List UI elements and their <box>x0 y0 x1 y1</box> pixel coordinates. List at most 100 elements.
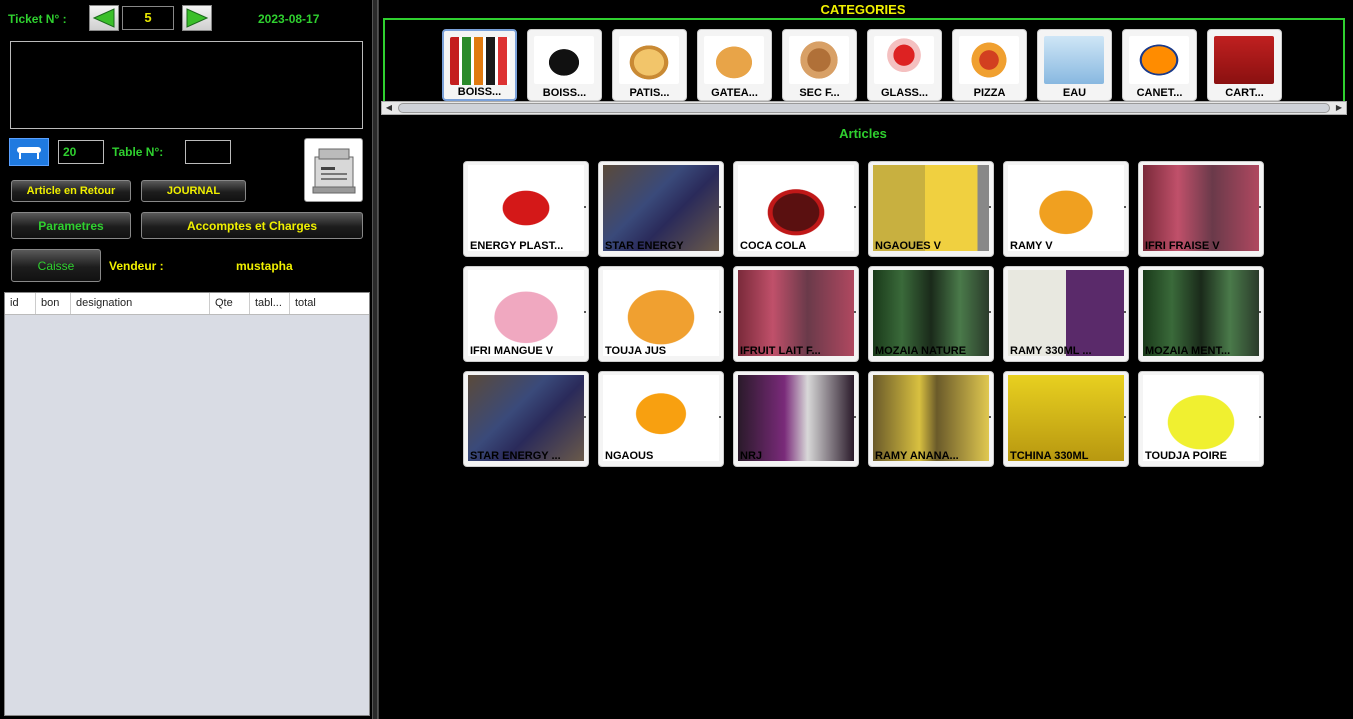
category-label: EAU <box>1062 87 1087 99</box>
table-number-field[interactable] <box>185 140 231 164</box>
column-header-table[interactable]: tabl... <box>250 293 290 314</box>
article-tile[interactable]: NGAOUS <box>598 371 724 467</box>
article-image <box>1143 165 1259 251</box>
article-label: ENERGY PLAST... <box>470 240 564 252</box>
article-tile[interactable]: MOZAIA MENT... <box>1138 266 1264 362</box>
tile-dot <box>1124 311 1126 313</box>
article-image <box>603 165 719 251</box>
category-tile[interactable]: GLASS... <box>867 29 942 101</box>
article-tile[interactable]: IFRI MANGUE V <box>463 266 589 362</box>
ticket-number-field[interactable]: 5 <box>122 6 174 30</box>
category-label: PIZZA <box>973 87 1006 99</box>
article-tile[interactable]: RAMY ANANA... <box>868 371 994 467</box>
article-label: TCHINA 330ML <box>1010 450 1089 462</box>
article-tile[interactable]: RAMY V <box>1003 161 1129 257</box>
article-image <box>468 270 584 356</box>
article-tile[interactable]: STAR ENERGY ... <box>463 371 589 467</box>
ticket-table-header: id bon designation Qte tabl... total <box>5 293 369 315</box>
category-label: GATEA... <box>711 87 758 99</box>
category-image <box>704 36 764 84</box>
article-image <box>1143 270 1259 356</box>
article-label: TOUDJA POIRE <box>1145 450 1227 462</box>
article-label: COCA COLA <box>740 240 807 252</box>
article-tile[interactable]: TOUJA JUS <box>598 266 724 362</box>
column-header-qte[interactable]: Qte <box>210 293 250 314</box>
category-tile[interactable]: CART... <box>1207 29 1282 101</box>
category-label: SEC F... <box>799 87 840 99</box>
prev-ticket-button[interactable] <box>89 5 119 31</box>
column-header-id[interactable]: id <box>5 293 36 314</box>
tile-dot <box>854 206 856 208</box>
tile-dot <box>1259 206 1261 208</box>
scrollbar-thumb[interactable] <box>398 103 1330 113</box>
category-tile[interactable]: EAU <box>1037 29 1112 101</box>
article-tile[interactable]: NRJ <box>733 371 859 467</box>
article-label: NGAOUS <box>605 450 654 462</box>
article-label: MOZAIA MENT... <box>1145 345 1231 357</box>
article-image <box>738 375 854 461</box>
tile-dot <box>719 311 721 313</box>
scroll-left-icon[interactable]: ◀ <box>383 103 395 113</box>
category-label: BOISS... <box>457 86 502 98</box>
article-tile[interactable]: IFRUIT LAIT F... <box>733 266 859 362</box>
article-tile[interactable]: NGAOUES V <box>868 161 994 257</box>
couverts-field[interactable]: 20 <box>58 140 104 164</box>
accomptes-charges-button[interactable]: Accomptes et Charges <box>141 212 363 239</box>
category-tile[interactable]: PIZZA <box>952 29 1027 101</box>
table-select-button[interactable] <box>9 138 49 166</box>
article-tile[interactable]: IFRI FRAISE V <box>1138 161 1264 257</box>
journal-button[interactable]: JOURNAL <box>141 180 246 202</box>
category-label: CANET... <box>1136 87 1183 99</box>
category-tile[interactable]: BOISS... <box>442 29 517 101</box>
article-label: RAMY 330ML ... <box>1010 345 1092 357</box>
tile-dot <box>1124 206 1126 208</box>
article-image <box>873 375 989 461</box>
article-image <box>603 270 719 356</box>
scroll-right-icon[interactable]: ▶ <box>1333 103 1345 113</box>
article-image <box>738 165 854 251</box>
categories-scrollbar[interactable]: ◀ ▶ <box>381 101 1347 115</box>
category-tile[interactable]: PATIS... <box>612 29 687 101</box>
column-header-bon[interactable]: bon <box>36 293 71 314</box>
category-image <box>874 36 934 84</box>
category-image <box>534 36 594 84</box>
print-button[interactable] <box>304 138 363 202</box>
category-image <box>789 36 849 84</box>
ticket-label: Ticket N° : <box>8 12 67 26</box>
category-image <box>1044 36 1104 84</box>
article-tile[interactable]: TOUDJA POIRE <box>1138 371 1264 467</box>
article-retour-button[interactable]: Article en Retour <box>11 180 131 202</box>
vendeur-name: mustapha <box>236 259 293 273</box>
next-ticket-button[interactable] <box>182 5 212 31</box>
article-tile[interactable]: TCHINA 330ML <box>1003 371 1129 467</box>
column-header-total[interactable]: total <box>290 293 369 314</box>
ticket-date: 2023-08-17 <box>258 12 320 26</box>
article-tile[interactable]: RAMY 330ML ... <box>1003 266 1129 362</box>
ticket-note-area[interactable] <box>10 41 363 129</box>
printer-icon <box>312 148 355 194</box>
article-tile[interactable]: STAR ENERGY <box>598 161 724 257</box>
article-image <box>873 165 989 251</box>
category-tile[interactable]: SEC F... <box>782 29 857 101</box>
table-label: Table N°: <box>112 145 164 159</box>
tile-dot <box>719 416 721 418</box>
ticket-lines-table[interactable]: id bon designation Qte tabl... total <box>4 292 370 716</box>
article-tile[interactable]: ENERGY PLAST... <box>463 161 589 257</box>
table-icon <box>17 147 41 159</box>
tile-dot <box>1259 416 1261 418</box>
article-tile[interactable]: MOZAIA NATURE <box>868 266 994 362</box>
right-panel: CATEGORIES BOISS... BOISS... PATIS... GATEA… <box>378 0 1353 719</box>
category-tile[interactable]: BOISS... <box>527 29 602 101</box>
parametres-button[interactable]: Parametres <box>11 212 131 239</box>
tile-dot <box>584 311 586 313</box>
article-label: RAMY V <box>1010 240 1053 252</box>
tile-dot <box>584 206 586 208</box>
article-tile[interactable]: COCA COLA <box>733 161 859 257</box>
caisse-button[interactable]: Caisse <box>11 249 101 282</box>
category-tile[interactable]: GATEA... <box>697 29 772 101</box>
category-label: GLASS... <box>880 87 929 99</box>
tile-dot <box>1124 416 1126 418</box>
column-header-designation[interactable]: designation <box>71 293 210 314</box>
article-label: STAR ENERGY ... <box>470 450 561 462</box>
category-tile[interactable]: CANET... <box>1122 29 1197 101</box>
